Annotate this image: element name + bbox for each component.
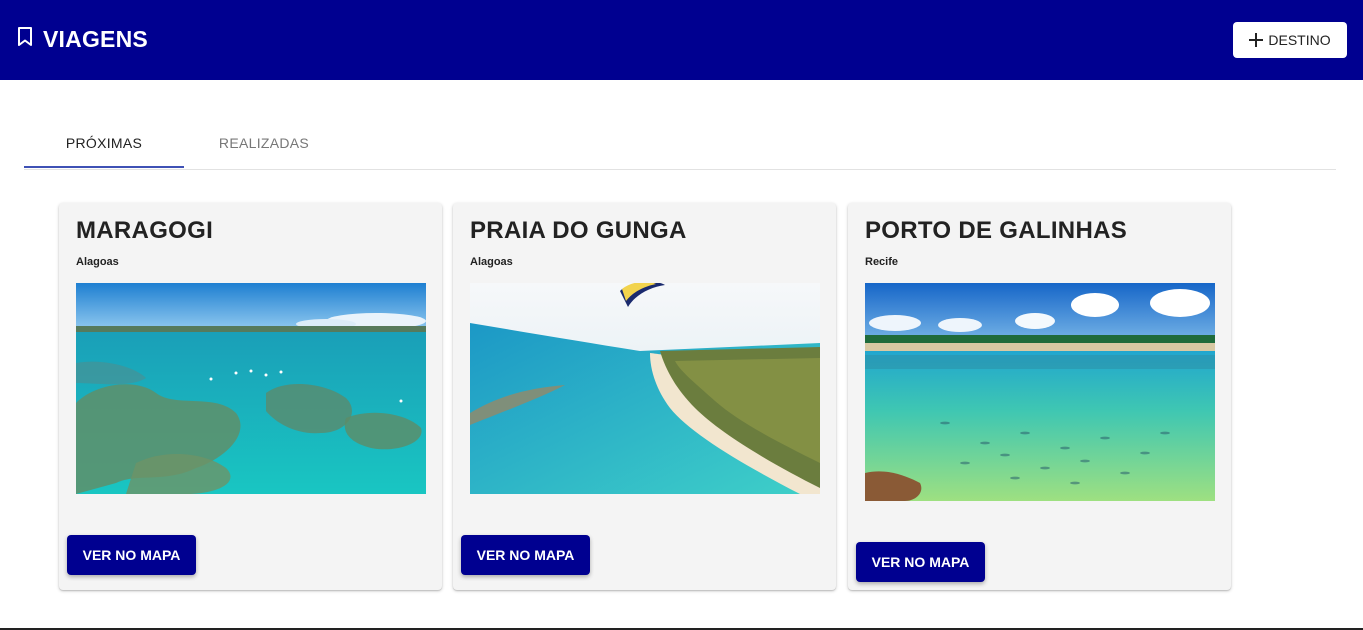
destination-card-porto-de-galinhas: PORTO DE GALINHAS Recife VER NO MAPA [848,203,1231,590]
add-destination-label: DESTINO [1268,32,1331,48]
card-subtitle: Recife [865,256,899,268]
add-destination-button[interactable]: DESTINO [1233,22,1347,58]
porto-de-galinhas-photo [865,283,1215,501]
maragogi-photo [76,283,426,494]
card-subtitle: Alagoas [76,256,119,268]
view-map-button[interactable]: VER NO MAPA [856,542,985,582]
card-title: PORTO DE GALINHAS [865,217,1128,244]
bookmark-icon [18,27,32,46]
card-subtitle: Alagoas [470,256,513,268]
tab-proximas[interactable]: PRÓXIMAS [24,118,184,167]
tab-realizadas-label: REALIZADAS [218,134,310,151]
tab-realizadas[interactable]: REALIZADAS [184,118,344,167]
plus-icon [1249,33,1264,47]
card-title: PRAIA DO GUNGA [470,217,687,244]
view-map-button[interactable]: VER NO MAPA [461,535,590,575]
praia-do-gunga-photo [470,283,820,494]
destination-card-praia-do-gunga: PRAIA DO GUNGA Alagoas VER NO MAPA [453,203,836,590]
top-toolbar: VIAGENS DESTINO [0,0,1363,80]
tab-active-indicator [24,166,184,168]
card-title: MARAGOGI [76,217,214,244]
tab-bar: PRÓXIMAS REALIZADAS [24,118,1336,170]
destination-card-maragogi: MARAGOGI Alagoas VER NO MAPA [59,203,442,590]
tab-proximas-label: PRÓXIMAS [65,134,143,151]
app-title: VIAGENS [43,26,148,52]
view-map-button[interactable]: VER NO MAPA [67,535,196,575]
